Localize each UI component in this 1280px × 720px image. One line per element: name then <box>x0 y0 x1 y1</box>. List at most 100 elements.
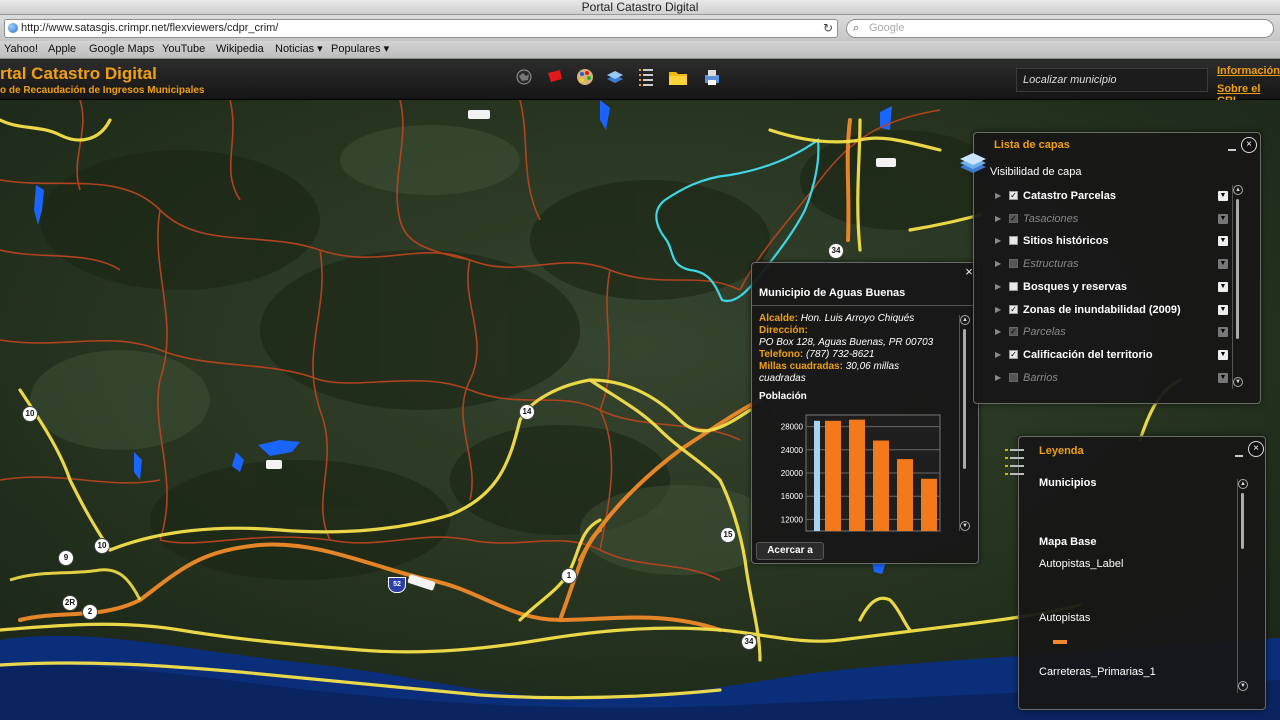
layer-row[interactable]: ▶ ✓ Tasaciones ▼ <box>995 209 1231 229</box>
flag-icon[interactable] <box>545 67 565 87</box>
legend-scrollbar[interactable]: ▲ ▼ <box>1237 479 1248 693</box>
bookmark-youtube[interactable]: YouTube <box>162 41 205 58</box>
layer-row[interactable]: ▶ Bosques y reservas ▼ <box>995 277 1231 297</box>
layer-options-icon[interactable]: ▼ <box>1218 372 1228 383</box>
bookmark-google-maps[interactable]: Google Maps <box>89 41 154 58</box>
expand-icon[interactable]: ▶ <box>995 368 1001 388</box>
bookmark-apple[interactable]: Apple <box>48 41 76 58</box>
scroll-up-icon[interactable]: ▲ <box>1233 185 1243 195</box>
route-shield: 10 <box>22 406 38 422</box>
chart-bar-highlight <box>814 420 820 531</box>
scroll-down-icon[interactable]: ▼ <box>960 521 970 531</box>
popup-divider <box>752 305 978 306</box>
layer-options-icon[interactable]: ▼ <box>1218 281 1228 292</box>
layer-options-icon[interactable]: ▼ <box>1218 259 1228 270</box>
scroll-up-icon[interactable]: ▲ <box>1238 479 1248 489</box>
layer-label: Calificación del territorio <box>1023 348 1153 361</box>
layer-checkbox[interactable]: ✓ <box>1009 327 1018 337</box>
layer-row[interactable]: ▶ ✓ Calificación del territorio ▼ <box>995 345 1231 365</box>
scroll-thumb[interactable] <box>963 329 966 469</box>
legend-icon <box>1005 449 1024 475</box>
layer-options-icon[interactable]: ▼ <box>1218 213 1228 224</box>
bookmark-yahoo[interactable]: Yahoo! <box>4 41 38 58</box>
list-icon[interactable] <box>636 67 656 87</box>
reload-icon[interactable]: ↻ <box>823 20 833 37</box>
expand-icon[interactable]: ▶ <box>995 254 1001 274</box>
chart-bar <box>873 440 889 531</box>
expand-icon[interactable]: ▶ <box>995 300 1001 320</box>
scroll-down-icon[interactable]: ▼ <box>1238 681 1248 691</box>
layers-icon[interactable] <box>605 67 625 87</box>
scroll-up-icon[interactable]: ▲ <box>960 315 970 325</box>
layer-row[interactable]: ▶ Estructuras ▼ <box>995 254 1231 274</box>
url-input[interactable]: http://www.satasgis.crimpr.net/flexviewe… <box>4 19 838 38</box>
layer-label: Barrios <box>1023 371 1058 384</box>
layer-options-icon[interactable]: ▼ <box>1218 327 1228 338</box>
direccion-label: Dirección: <box>759 325 808 336</box>
chart-ytick-label: 28000 <box>781 423 804 432</box>
layer-options-icon[interactable]: ▼ <box>1218 349 1228 360</box>
legend-mapa-base: Mapa Base <box>1039 536 1097 548</box>
chart-bar <box>849 419 865 531</box>
popup-body: Alcalde: Hon. Luis Arroyo Chiqués Direcc… <box>759 313 959 403</box>
minimize-icon[interactable] <box>1235 455 1243 457</box>
legend-municipios: Municipios <box>1039 477 1097 489</box>
layer-checkbox[interactable]: ✓ <box>1009 349 1018 359</box>
millas-value: 30,06 millas <box>845 361 900 372</box>
legend-carreteras: Carreteras_Primarias_1 <box>1039 666 1156 678</box>
print-icon[interactable] <box>702 67 722 87</box>
bookmark-populares[interactable]: Populares ▾ <box>331 41 389 58</box>
app-subtitle: o de Recaudación de Ingresos Municipales <box>0 85 205 96</box>
scroll-thumb[interactable] <box>1241 493 1244 549</box>
minimize-icon[interactable] <box>1228 149 1236 151</box>
folder-icon[interactable] <box>668 67 688 87</box>
bookmark-noticias[interactable]: Noticias ▾ <box>275 41 323 58</box>
map-label <box>266 460 282 469</box>
layer-checkbox[interactable]: ✓ <box>1009 213 1018 223</box>
layer-row[interactable]: ▶ Barrios ▼ <box>995 368 1231 388</box>
route-shield: 15 <box>720 527 736 543</box>
layer-checkbox[interactable]: ✓ <box>1009 191 1018 200</box>
layer-options-icon[interactable]: ▼ <box>1218 304 1228 315</box>
layer-options-icon[interactable]: ▼ <box>1218 236 1228 247</box>
informacion-link[interactable]: Información <box>1217 65 1280 77</box>
alcalde-label: Alcalde: <box>759 313 798 324</box>
globe-icon[interactable] <box>514 67 534 87</box>
population-chart: 28000 24000 20000 16000 12000 <box>781 414 941 532</box>
search-icon: ⌕ <box>853 22 860 34</box>
app-title: rtal Catastro Digital <box>0 64 157 83</box>
popup-title: Municipio de Aguas Buenas <box>759 287 906 299</box>
popup-scrollbar[interactable]: ▲ ▼ <box>959 315 970 531</box>
scroll-down-icon[interactable]: ▼ <box>1233 377 1243 387</box>
layer-row[interactable]: ▶ ✓ Catastro Parcelas ▼ <box>995 186 1231 206</box>
expand-icon[interactable]: ▶ <box>995 345 1001 365</box>
layer-row[interactable]: ▶ Sitios históricos ▼ <box>995 231 1231 251</box>
close-icon[interactable]: × <box>1241 137 1257 153</box>
layer-scrollbar[interactable]: ▲ ▼ <box>1232 185 1243 389</box>
layer-checkbox[interactable]: ✓ <box>1009 304 1018 314</box>
bookmark-wikipedia[interactable]: Wikipedia <box>216 41 264 58</box>
expand-icon[interactable]: ▶ <box>995 186 1001 206</box>
expand-icon[interactable]: ▶ <box>995 322 1001 342</box>
scroll-thumb[interactable] <box>1236 199 1239 339</box>
close-icon[interactable]: × <box>1248 441 1264 457</box>
layer-checkbox[interactable] <box>1009 281 1018 291</box>
expand-icon[interactable]: ▶ <box>995 277 1001 297</box>
expand-icon[interactable]: ▶ <box>995 231 1001 251</box>
globe-icon <box>8 23 18 33</box>
layer-label: Sitios históricos <box>1023 235 1109 248</box>
palette-icon[interactable] <box>575 67 595 87</box>
layer-options-icon[interactable]: ▼ <box>1218 191 1228 201</box>
locate-municipio-input[interactable]: Localizar municipio <box>1016 68 1208 92</box>
route-shield: 10 <box>94 538 110 554</box>
search-input[interactable]: ⌕ Google <box>846 19 1274 38</box>
layer-checkbox[interactable] <box>1009 259 1018 269</box>
layer-row[interactable]: ▶ ✓ Zonas de inundabilidad (2009) ▼ <box>995 300 1231 320</box>
layer-row[interactable]: ▶ ✓ Parcelas ▼ <box>995 322 1231 342</box>
legend-autopistas-label: Autopistas_Label <box>1039 558 1124 570</box>
layer-checkbox[interactable] <box>1009 236 1018 246</box>
layer-checkbox[interactable] <box>1009 372 1018 382</box>
expand-icon[interactable]: ▶ <box>995 209 1001 229</box>
acercar-button[interactable]: Acercar a <box>756 542 824 560</box>
route-shield: 9 <box>58 550 74 566</box>
